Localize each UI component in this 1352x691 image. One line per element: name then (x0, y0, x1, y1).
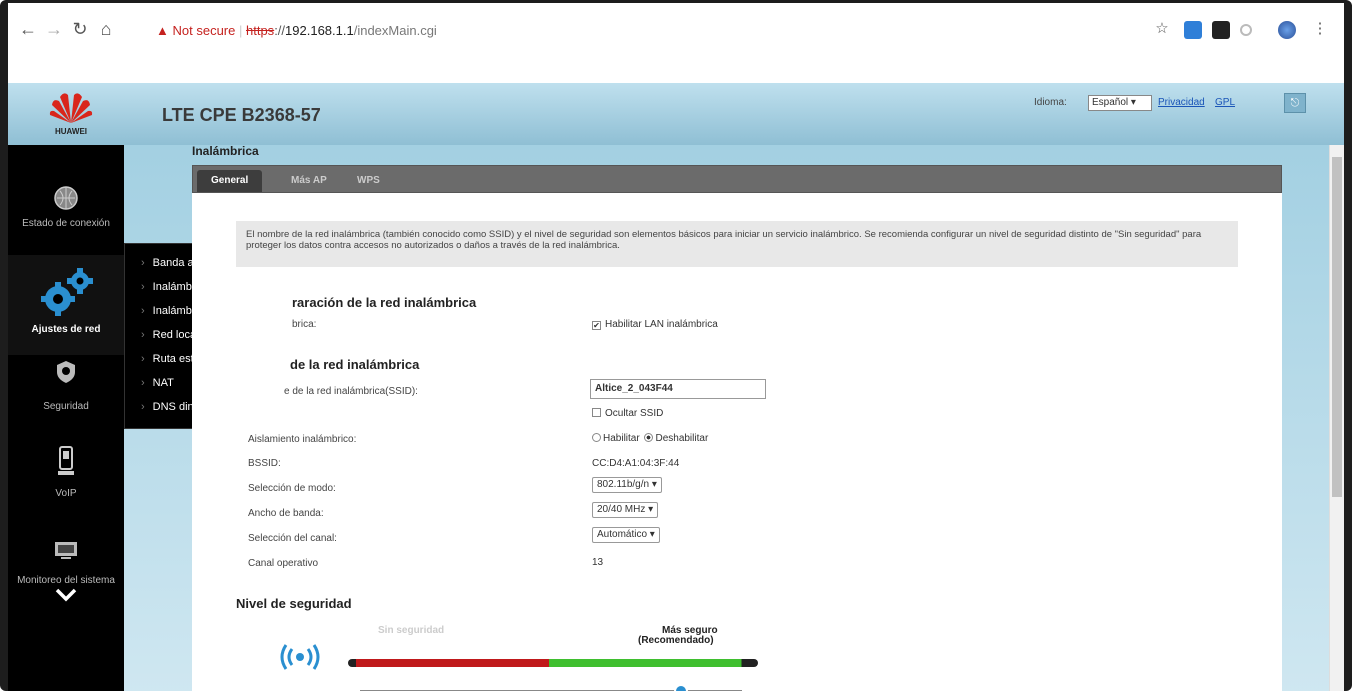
tab-wps[interactable]: WPS (343, 170, 394, 192)
shield-icon (57, 361, 75, 383)
gears-icon (41, 268, 93, 316)
sidebar-item-network[interactable]: Ajustes de red (8, 255, 124, 355)
tab-general[interactable]: General (197, 170, 263, 192)
radio-disable[interactable] (644, 433, 654, 442)
browser-window: ← → ↻ ⌂ ▲ Not secure | https://192.168.1… (0, 0, 1352, 691)
gpl-link[interactable]: GPL (1215, 97, 1235, 108)
isolation-radio-group: Habilitar Deshabilitar (592, 433, 708, 444)
submenu-item[interactable]: › NAT (141, 377, 174, 389)
page-title: Inalámbrica (192, 144, 259, 158)
channel-select[interactable]: Automático ▾ (592, 527, 660, 543)
ssid-input[interactable]: Altice_2_043F44 (590, 379, 766, 399)
chevron-down-icon[interactable] (55, 588, 77, 602)
ssid-label: e de la red inalámbrica(SSID): (284, 386, 418, 397)
logout-icon[interactable]: ⎋ (1284, 93, 1306, 113)
scrollbar[interactable] (1329, 145, 1344, 691)
reload-icon[interactable]: ↻ (68, 17, 92, 41)
url-host: 192.168.1.1 (285, 23, 354, 38)
checkbox-icon[interactable] (592, 408, 601, 417)
menu-icon[interactable]: ⋮ (1308, 17, 1332, 41)
privacy-link[interactable]: Privacidad (1158, 97, 1205, 108)
submenu-item[interactable]: › Red local (141, 329, 199, 341)
browser-toolbar: ← → ↻ ⌂ ▲ Not secure | https://192.168.1… (8, 3, 1344, 83)
bandwidth-select[interactable]: 20/40 MHz ▾ (592, 502, 659, 518)
globe-icon (54, 186, 78, 210)
extension-icon[interactable] (1240, 24, 1252, 36)
product-title: LTE CPE B2368-57 (162, 105, 321, 125)
extension-icon[interactable] (1212, 21, 1230, 39)
language-label: Idioma: (1034, 97, 1067, 108)
star-icon[interactable]: ☆ (1150, 17, 1174, 41)
brand-text: HUAWEI (55, 127, 87, 136)
channel-label: Selección del canal: (248, 533, 337, 544)
sidebar-item-security[interactable]: Seguridad (8, 360, 124, 430)
extension-icon[interactable] (1184, 21, 1202, 39)
bssid-label: BSSID: (248, 458, 281, 469)
info-box: El nombre de la red inalámbrica (también… (236, 221, 1238, 267)
language-select[interactable]: Español ▾ (1088, 95, 1152, 111)
router-header: HUAWEI LTE CPE B2368-57 Idioma: Español … (8, 83, 1344, 145)
back-icon[interactable]: ← (16, 17, 40, 41)
nav-bar: ← → ↻ ⌂ ▲ Not secure | https://192.168.1… (8, 13, 1344, 45)
sec-none-label: Sin seguridad (378, 625, 445, 636)
op-channel-label: Canal operativo (248, 558, 319, 569)
forward-icon[interactable]: → (42, 17, 66, 41)
url-path: /indexMain.cgi (353, 23, 437, 38)
section-title: raración de la red inalámbrica (292, 295, 477, 310)
home-icon[interactable]: ⌂ (94, 17, 118, 41)
mode-label: Selección de modo: (248, 483, 336, 494)
bandwidth-label: Ancho de banda: (248, 508, 324, 519)
phone-icon (58, 446, 74, 475)
sidebar-item-status[interactable]: Estado de conexión (8, 185, 124, 255)
radio-enable[interactable] (592, 433, 601, 442)
security-level-title: Nivel de seguridad (236, 596, 352, 611)
mode-select[interactable]: 802.11b/g/n ▾ (592, 477, 662, 493)
isolation-label: Aislamiento inalámbrico: (248, 434, 357, 445)
sidebar-item-voip[interactable]: VoIP (8, 445, 124, 515)
wlan-label: brica: (292, 319, 317, 330)
section-title: de la red inalámbrica (290, 357, 420, 372)
monitor-icon (55, 542, 77, 559)
url-scheme: https (246, 23, 275, 38)
avatar[interactable] (1278, 21, 1296, 39)
warning-icon: ▲ (156, 23, 169, 38)
security-level-bar (348, 659, 758, 667)
sidebar-item-monitor[interactable]: Monitoreo del sistema (8, 540, 124, 630)
checkbox-icon[interactable]: ✔ (592, 321, 601, 330)
scrollbar-thumb[interactable] (1332, 157, 1342, 497)
wifi-signal-icon (280, 644, 320, 670)
op-channel-value: 13 (592, 557, 604, 568)
bssid-value: CC:D4:A1:04:3F:44 (592, 458, 680, 469)
sidebar: Estado de conexión Ajustes de red Seguri… (8, 145, 124, 691)
security-label: Not secure (172, 23, 236, 38)
security-slider-handle[interactable] (674, 684, 688, 691)
address-bar[interactable]: ▲ Not secure | https://192.168.1.1/index… (156, 23, 437, 38)
tab-bar: General Más AP WPS (192, 165, 1282, 193)
settings-panel: El nombre de la red inalámbrica (también… (192, 193, 1282, 691)
hide-ssid-checkbox[interactable]: Ocultar SSID (592, 408, 663, 419)
huawei-logo: HUAWEI (46, 87, 96, 137)
wlan-enable-checkbox[interactable]: ✔ Habilitar LAN inalámbrica (592, 319, 718, 330)
sec-recommended-label: (Recomendado) (638, 635, 714, 646)
tab-mas-ap[interactable]: Más AP (277, 170, 341, 192)
